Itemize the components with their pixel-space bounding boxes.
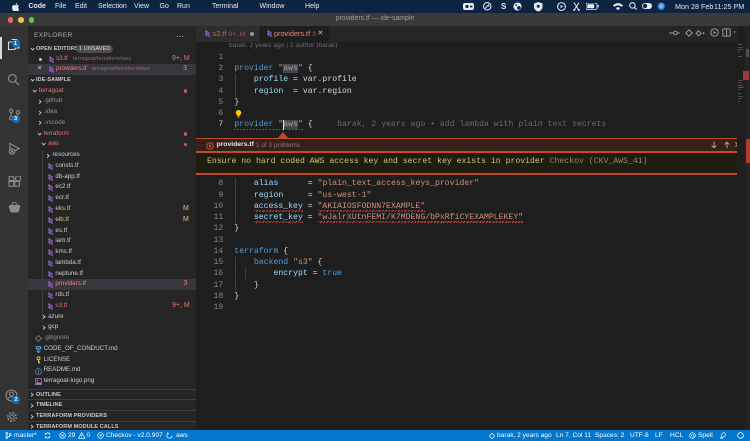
- svg-text:G: G: [691, 433, 695, 438]
